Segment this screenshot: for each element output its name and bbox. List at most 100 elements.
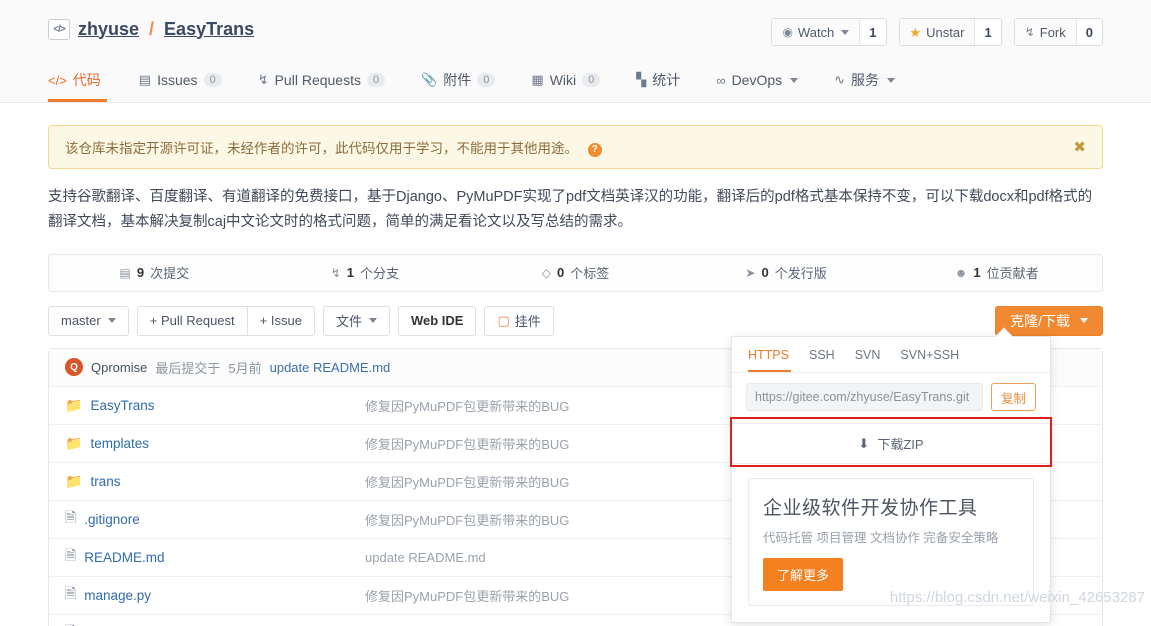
repo-nav-tabs: </> 代码 ▤ Issues 0 ↯ Pull Requests 0 📎 附件… bbox=[0, 58, 1151, 103]
bookmark-icon: ▢ bbox=[497, 312, 510, 328]
fork-label: Fork bbox=[1039, 24, 1066, 40]
infinity-icon: ∞ bbox=[716, 72, 726, 88]
promo-subtitle: 代码托管 项目管理 文档协作 完备安全策略 bbox=[763, 531, 999, 545]
branch-selector[interactable]: master bbox=[48, 305, 129, 336]
tab-code[interactable]: </> 代码 bbox=[48, 58, 121, 102]
pulse-icon: ∿ bbox=[834, 72, 846, 87]
question-mark-icon[interactable]: ? bbox=[587, 143, 602, 157]
files-dropdown[interactable]: 文件 bbox=[322, 305, 390, 336]
chevron-down-icon bbox=[1080, 318, 1088, 324]
repo-header-actions: ◉ Watch 1 ★ Unstar 1 ↯ Fork 0 bbox=[771, 18, 1103, 46]
repo-owner-link[interactable]: zhyuse bbox=[78, 19, 139, 40]
tab-statistics-label: 统计 bbox=[652, 72, 681, 88]
clone-download-button[interactable]: 克隆/下载 bbox=[995, 305, 1103, 336]
branch-icon: ↯ bbox=[330, 265, 341, 280]
unstar-button[interactable]: ★ Unstar bbox=[899, 19, 975, 45]
folder-icon: 📁 bbox=[65, 434, 83, 451]
commit-icon: ▤ bbox=[119, 265, 131, 280]
fork-count[interactable]: 0 bbox=[1075, 19, 1102, 45]
avatar[interactable]: Q bbox=[65, 358, 83, 377]
file-icon: 🗎 bbox=[65, 547, 77, 564]
tab-wiki-label: Wiki bbox=[549, 72, 577, 88]
tab-attachments-count: 0 bbox=[477, 73, 496, 87]
unstar-button-group[interactable]: ★ Unstar 1 bbox=[898, 18, 1002, 46]
commit-label: 最后提交于 bbox=[155, 360, 221, 376]
stat-releases-label: 个发行版 bbox=[774, 266, 827, 282]
commit-message[interactable]: update README.md bbox=[270, 360, 391, 375]
star-count[interactable]: 1 bbox=[974, 19, 1001, 45]
tab-issues[interactable]: ▤ Issues 0 bbox=[121, 58, 240, 102]
files-dropdown-label: 文件 bbox=[335, 314, 362, 330]
file-name-cell: 📁 templates bbox=[65, 435, 365, 452]
stat-releases-value: 0 bbox=[761, 265, 769, 281]
release-icon: ➤ bbox=[745, 265, 756, 280]
stat-contributors[interactable]: ☻ 1 位贡献者 bbox=[891, 263, 1102, 282]
stat-contributors-label: 位贡献者 bbox=[986, 266, 1039, 282]
clone-url-input[interactable]: https://gitee.com/zhyuse/EasyTrans.git bbox=[746, 383, 983, 411]
code-brackets-icon: </> bbox=[48, 18, 70, 40]
code-icon: </> bbox=[48, 72, 67, 88]
commit-author[interactable]: Qpromise bbox=[91, 360, 147, 375]
tab-svn[interactable]: SVN bbox=[845, 337, 891, 372]
file-link[interactable]: .gitignore bbox=[84, 512, 140, 527]
tab-svn-ssh[interactable]: SVN+SSH bbox=[890, 337, 969, 372]
download-zip-label: 下载ZIP bbox=[877, 437, 924, 452]
issues-icon: ▤ bbox=[138, 72, 152, 87]
chart-icon: ▚ bbox=[636, 72, 647, 87]
file-link[interactable]: templates bbox=[90, 436, 149, 451]
watch-count[interactable]: 1 bbox=[859, 19, 886, 45]
new-issue-button[interactable]: + Issue bbox=[246, 305, 315, 336]
tab-pull-requests[interactable]: ↯ Pull Requests 0 bbox=[240, 58, 403, 102]
stat-branches-value: 1 bbox=[346, 265, 355, 281]
file-link[interactable]: EasyTrans bbox=[90, 398, 154, 413]
close-icon[interactable]: ✖ bbox=[1073, 138, 1086, 156]
chevron-down-icon bbox=[887, 77, 896, 83]
stat-commits-value: 9 bbox=[136, 265, 145, 281]
chevron-down-icon bbox=[841, 29, 850, 35]
stat-tags-label: 个标签 bbox=[570, 266, 610, 282]
web-ide-button[interactable]: Web IDE bbox=[397, 305, 477, 336]
stat-tags[interactable]: ◇ 0 个标签 bbox=[470, 263, 681, 282]
repo-name-link[interactable]: EasyTrans bbox=[164, 19, 254, 40]
wiki-icon: ▦ bbox=[531, 72, 544, 87]
watch-button-group[interactable]: ◉ Watch 1 bbox=[771, 18, 887, 46]
chevron-down-icon bbox=[368, 318, 377, 324]
widget-button[interactable]: ▢ 挂件 bbox=[484, 305, 554, 336]
stat-contributors-value: 1 bbox=[973, 265, 981, 281]
file-link[interactable]: trans bbox=[90, 474, 120, 489]
tab-issues-label: Issues bbox=[157, 72, 198, 88]
stat-releases[interactable]: ➤ 0 个发行版 bbox=[681, 263, 892, 282]
stat-branches[interactable]: ↯ 1 个分支 bbox=[260, 263, 471, 282]
fork-button[interactable]: ↯ Fork bbox=[1014, 19, 1076, 45]
new-pull-request-button[interactable]: + Pull Request bbox=[136, 305, 247, 336]
tab-ssh[interactable]: SSH bbox=[799, 337, 845, 372]
pull-request-icon: ↯ bbox=[257, 72, 269, 87]
unstar-label: Unstar bbox=[926, 24, 965, 40]
stat-commits[interactable]: ▤ 9 次提交 bbox=[49, 263, 260, 282]
contributors-icon: ☻ bbox=[954, 265, 968, 280]
file-link[interactable]: README.md bbox=[84, 550, 164, 565]
tab-attachments[interactable]: 📎 附件 0 bbox=[403, 58, 513, 102]
stat-commits-label: 次提交 bbox=[150, 266, 190, 282]
file-link[interactable]: manage.py bbox=[84, 588, 151, 603]
gitee-repo-page: </> zhyuse / EasyTrans ◉ Watch 1 ★ Unsta… bbox=[0, 0, 1151, 626]
tab-statistics[interactable]: ▚ 统计 bbox=[618, 58, 698, 102]
promo-learn-more-button[interactable]: 了解更多 bbox=[763, 558, 844, 591]
watch-button[interactable]: ◉ Watch bbox=[772, 19, 860, 45]
download-zip-button[interactable]: ⬇ 下载ZIP bbox=[732, 423, 1050, 463]
tab-https[interactable]: HTTPS bbox=[748, 337, 799, 372]
promo-card: 企业级软件开发协作工具 代码托管 项目管理 文档协作 完备安全策略 了解更多 bbox=[748, 478, 1034, 606]
repo-toolbar: master + Pull Request + Issue 文件 Web IDE… bbox=[48, 305, 1103, 336]
tab-devops[interactable]: ∞ DevOps bbox=[698, 58, 816, 102]
file-name-cell: 🗎 pdf_to_image.py bbox=[65, 621, 365, 626]
copy-button[interactable]: 复制 bbox=[990, 383, 1036, 411]
tab-devops-label: DevOps bbox=[731, 72, 783, 88]
file-icon: 🗎 bbox=[65, 621, 76, 626]
fork-button-group[interactable]: ↯ Fork 0 bbox=[1013, 18, 1103, 46]
tab-services[interactable]: ∿ 服务 bbox=[816, 58, 913, 102]
file-name-cell: 📁 trans bbox=[65, 473, 365, 490]
tab-wiki[interactable]: ▦ Wiki 0 bbox=[513, 58, 618, 102]
repo-title: </> zhyuse / EasyTrans bbox=[48, 18, 254, 40]
paperclip-icon: 📎 bbox=[421, 72, 438, 87]
repo-description: 支持谷歌翻译、百度翻译、有道翻译的免费接口，基于Django、PyMuPDF实现… bbox=[48, 189, 1093, 231]
